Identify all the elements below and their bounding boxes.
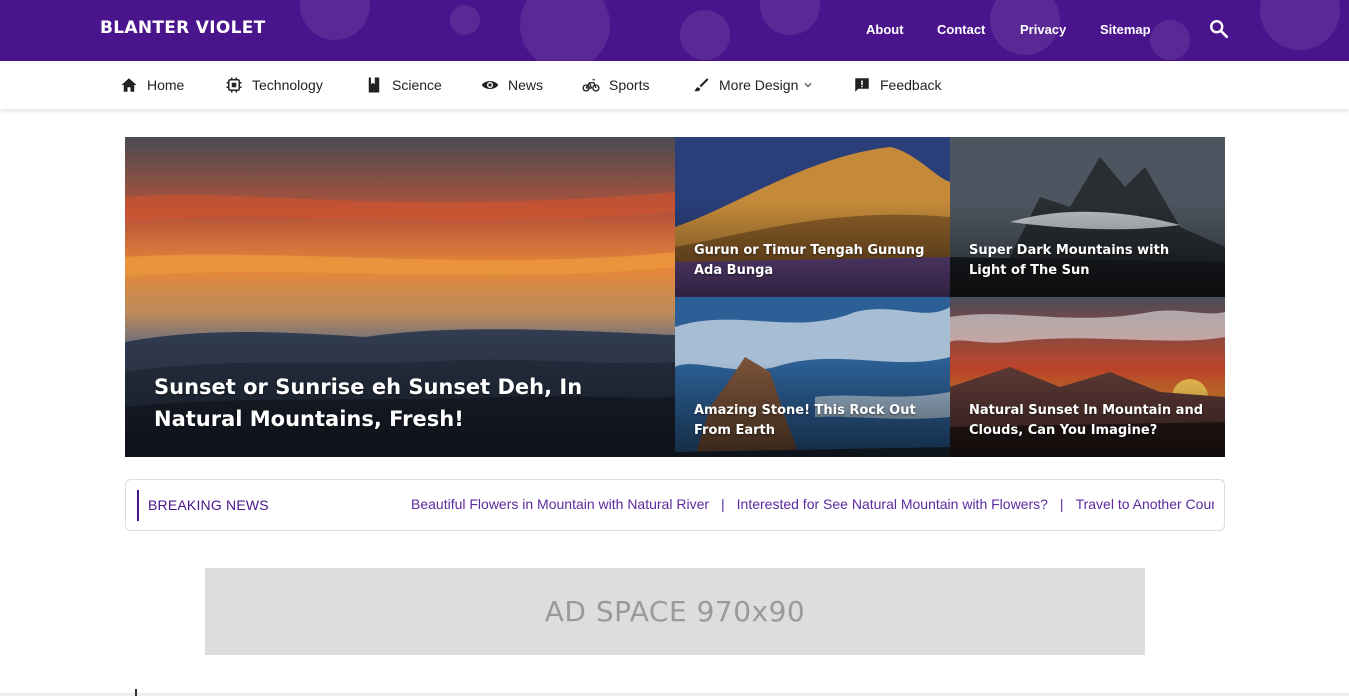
ad-text: AD SPACE 970x90 — [544, 595, 806, 628]
feedback-icon — [855, 78, 869, 92]
site-title[interactable]: BLANTER VIOLET — [100, 18, 266, 38]
nav-label: News — [508, 77, 544, 93]
breaking-news: BREAKING NEWS Beautiful Flowers in Mount… — [125, 479, 1225, 531]
header-bubble — [1150, 20, 1190, 60]
post-title[interactable]: Amazing Stone! This Rock Out From Earth — [694, 401, 934, 441]
top-link-privacy[interactable]: Privacy — [1020, 22, 1066, 37]
featured-grid: Sunset or Sunrise eh Sunset Deh, In Natu… — [125, 137, 1225, 457]
header-bubble — [1260, 0, 1340, 50]
header-bubble — [520, 0, 610, 61]
post-title[interactable]: Super Dark Mountains with Light of The S… — [969, 241, 1209, 281]
nav-label: More Design — [719, 77, 799, 93]
nav-item-sports[interactable]: Sports — [582, 61, 649, 109]
featured-post-2[interactable]: Super Dark Mountains with Light of The S… — [950, 137, 1225, 297]
nav-item-home[interactable]: Home — [120, 61, 184, 109]
ticker-separator: | — [1059, 496, 1064, 512]
featured-post-4[interactable]: Natural Sunset In Mountain and Clouds, C… — [950, 297, 1225, 457]
main-nav: Home Technology Science News Sports More… — [0, 61, 1349, 109]
eye-icon — [481, 81, 499, 89]
nav-item-feedback[interactable]: Feedback — [853, 61, 941, 109]
ticker-item[interactable]: Beautiful Flowers in Mountain with Natur… — [411, 496, 709, 512]
top-link-sitemap[interactable]: Sitemap — [1100, 22, 1151, 37]
divider-tick — [135, 689, 137, 696]
header-bubble — [760, 0, 820, 35]
post-title[interactable]: Gurun or Timur Tengah Gunung Ada Bunga — [694, 241, 934, 281]
top-header: BLANTER VIOLET About Contact Privacy Sit… — [0, 0, 1349, 61]
nav-item-more-design[interactable]: More Design — [692, 61, 813, 109]
post-title[interactable]: Natural Sunset In Mountain and Clouds, C… — [969, 401, 1209, 441]
top-link-about[interactable]: About — [866, 22, 904, 37]
post-title[interactable]: Sunset or Sunrise eh Sunset Deh, In Natu… — [154, 371, 654, 435]
ad-space[interactable]: AD SPACE 970x90 — [205, 568, 1145, 655]
nav-label: Sports — [609, 77, 650, 93]
featured-main-post[interactable]: Sunset or Sunrise eh Sunset Deh, In Natu… — [125, 137, 675, 457]
header-bubble — [450, 5, 480, 35]
chevron-down-icon — [804, 83, 812, 88]
header-bubble — [680, 10, 730, 60]
brush-icon — [694, 78, 709, 92]
nav-label: Science — [392, 77, 442, 93]
header-bubble — [300, 0, 370, 40]
featured-post-1[interactable]: Gurun or Timur Tengah Gunung Ada Bunga — [675, 137, 950, 297]
bicycle-icon — [582, 79, 600, 92]
ticker-separator: | — [721, 496, 725, 512]
featured-post-3[interactable]: Amazing Stone! This Rock Out From Earth — [675, 297, 950, 457]
book-icon — [368, 77, 380, 93]
news-ticker: Beautiful Flowers in Mountain with Natur… — [411, 496, 1214, 516]
nav-label: Feedback — [880, 77, 942, 93]
top-link-contact[interactable]: Contact — [937, 22, 985, 37]
chip-icon — [226, 77, 242, 93]
nav-item-science[interactable]: Science — [365, 61, 442, 109]
breaking-accent-bar — [137, 490, 139, 521]
nav-item-news[interactable]: News — [481, 61, 543, 109]
home-icon — [121, 78, 137, 92]
nav-label: Technology — [252, 77, 323, 93]
search-icon[interactable] — [1208, 18, 1230, 40]
nav-label: Home — [147, 77, 185, 93]
breaking-label: BREAKING NEWS — [148, 497, 269, 513]
nav-item-technology[interactable]: Technology — [225, 61, 323, 109]
ticker-item[interactable]: Interested for See Natural Mountain with… — [737, 496, 1048, 512]
ticker-item[interactable]: Travel to Another Country — [1076, 496, 1214, 512]
